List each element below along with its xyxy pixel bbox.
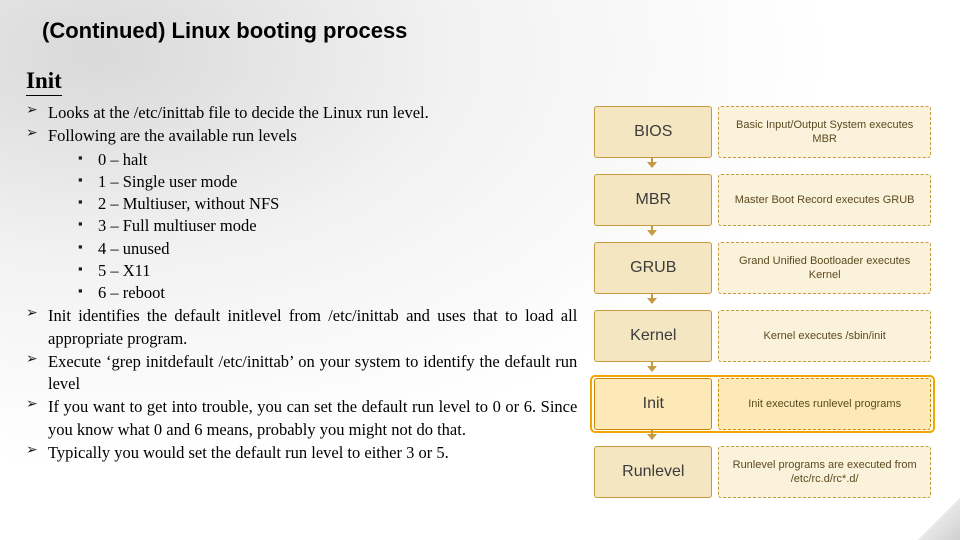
stage-row-mbr: MBR Master Boot Record executes GRUB	[591, 172, 934, 228]
stage-row-init: Init Init executes runlevel programs	[591, 376, 934, 432]
stage-box: MBR	[594, 174, 712, 226]
runlevel-item: 3 – Full multiuser mode	[78, 215, 577, 237]
arrow-down-icon	[647, 434, 657, 440]
connector	[591, 230, 934, 238]
stage-desc: Grand Unified Bootloader executes Kernel	[718, 242, 931, 294]
section-heading-wrap: Init	[26, 68, 934, 102]
stage-row-bios: BIOS Basic Input/Output System executes …	[591, 104, 934, 160]
left-column: Looks at the /etc/inittab file to decide…	[26, 102, 577, 500]
arrow-down-icon	[647, 162, 657, 168]
arrow-down-icon	[647, 230, 657, 236]
arrow-down-icon	[647, 298, 657, 304]
bullet-item: Init identifies the default initlevel fr…	[26, 305, 577, 350]
stage-desc: Init executes runlevel programs	[718, 378, 931, 430]
stage-desc: Kernel executes /sbin/init	[718, 310, 931, 362]
bullet-item: Typically you would set the default run …	[26, 442, 577, 464]
bullet-item: If you want to get into trouble, you can…	[26, 396, 577, 441]
runlevel-list: 0 – halt 1 – Single user mode 2 – Multiu…	[78, 149, 577, 305]
boot-diagram: BIOS Basic Input/Output System executes …	[591, 104, 934, 500]
corner-fold-icon	[918, 498, 960, 540]
stage-desc: Master Boot Record executes GRUB	[718, 174, 931, 226]
runlevel-item: 1 – Single user mode	[78, 171, 577, 193]
stage-box: GRUB	[594, 242, 712, 294]
connector	[591, 366, 934, 374]
stage-row-runlevel: Runlevel Runlevel programs are executed …	[591, 444, 934, 500]
connector	[591, 434, 934, 442]
stage-box: Init	[594, 378, 712, 430]
columns: Looks at the /etc/inittab file to decide…	[26, 102, 934, 500]
stage-box: Runlevel	[594, 446, 712, 498]
arrow-down-icon	[647, 366, 657, 372]
runlevel-item: 2 – Multiuser, without NFS	[78, 193, 577, 215]
bullet-item: Looks at the /etc/inittab file to decide…	[26, 102, 577, 124]
bullet-list: Looks at the /etc/inittab file to decide…	[26, 102, 577, 464]
page-title: (Continued) Linux booting process	[42, 18, 934, 44]
connector	[591, 298, 934, 306]
bullet-item: Execute ‘grep initdefault /etc/inittab’ …	[26, 351, 577, 396]
right-column: BIOS Basic Input/Output System executes …	[591, 102, 934, 500]
bullet-item: Following are the available run levels 0…	[26, 125, 577, 304]
slide: (Continued) Linux booting process Init L…	[0, 0, 960, 510]
stage-desc: Basic Input/Output System executes MBR	[718, 106, 931, 158]
stage-row-kernel: Kernel Kernel executes /sbin/init	[591, 308, 934, 364]
stage-desc: Runlevel programs are executed from /etc…	[718, 446, 931, 498]
section-heading: Init	[26, 68, 62, 96]
connector	[591, 162, 934, 170]
stage-box: Kernel	[594, 310, 712, 362]
runlevel-item: 0 – halt	[78, 149, 577, 171]
stage-box: BIOS	[594, 106, 712, 158]
runlevel-item: 5 – X11	[78, 260, 577, 282]
runlevel-item: 6 – reboot	[78, 282, 577, 304]
stage-row-grub: GRUB Grand Unified Bootloader executes K…	[591, 240, 934, 296]
bullet-text: Following are the available run levels	[48, 126, 297, 145]
runlevel-item: 4 – unused	[78, 238, 577, 260]
